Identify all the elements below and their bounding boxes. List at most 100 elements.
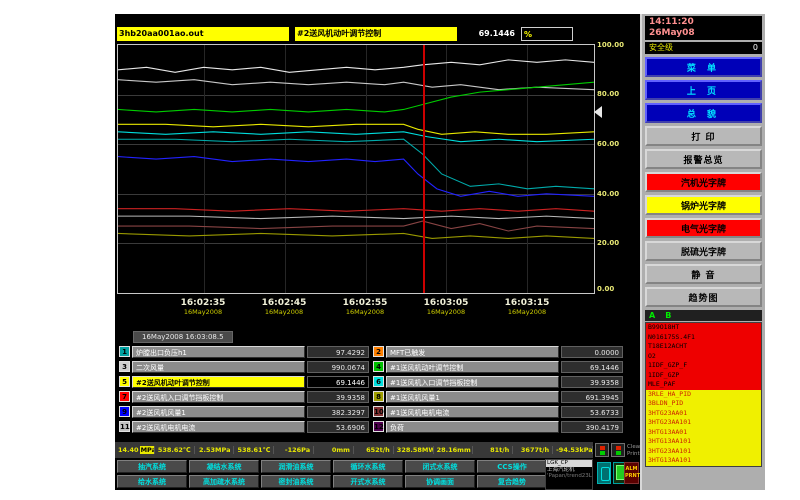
legend-row-10[interactable]: 10 #1送风机电机电流 53.6733 <box>373 405 623 418</box>
nav-button-lube-oil-system[interactable]: 润滑油系统 <box>261 460 331 473</box>
sidebar: 14:11:20 26May08 安全级0 菜 单 上 页 总 貌 打 印 报警… <box>640 14 765 490</box>
legend-row-1[interactable]: 1 炉膛出口负压h1 97.4292 <box>119 345 369 358</box>
nav-button-composite-trend[interactable]: 复合趋势 <box>477 475 547 488</box>
nav-button-open-water-system[interactable]: 开式水系统 <box>333 475 403 488</box>
legend-row-2[interactable]: 2 MFT已触发 0.0000 <box>373 345 623 358</box>
plant-status-bar: 14.40MPa 538.62℃ 2.53MPa 538.61℃ -126Pa … <box>115 442 593 458</box>
nav-button-circ-water-system[interactable]: 循环水系统 <box>333 460 403 473</box>
alarm-tag-list: B99O18HT N016175S.4F1 T18E12ACHT O2 1IDF… <box>645 322 762 467</box>
trend-plot[interactable] <box>117 44 595 294</box>
y-tick-label: 40.00 <box>597 190 637 198</box>
print-button[interactable]: 打 印 <box>645 126 762 146</box>
trend-line-load <box>118 233 594 238</box>
alarm-tag[interactable]: T18E12ACHT <box>646 342 761 352</box>
turbine-annunciator-button[interactable]: 汽机光字牌 <box>645 172 762 192</box>
alarm-tag[interactable]: 1IDF_GZP <box>646 371 761 381</box>
status-value: 3677t/h <box>513 446 553 454</box>
trend-lines <box>118 45 594 293</box>
point-description-field[interactable]: #2送风机动叶调节控制 <box>295 27 457 41</box>
legend-row-3[interactable]: 3 二次风量 990.0674 <box>119 360 369 373</box>
status-value: 0mm <box>314 446 354 454</box>
message-console[interactable]: LGK_CP 上海汽轮机 'Papan/trend23L.TREND43.mc' <box>545 459 593 490</box>
nav-button-coordination-display[interactable]: 协调画面 <box>405 475 475 488</box>
legend-row-11[interactable]: 11 #2送风机电机电流 53.6906 <box>119 420 369 433</box>
status-value: -94.53kPa <box>553 446 593 454</box>
pen-color-swatch: 2 <box>373 346 384 357</box>
legend-row-8[interactable]: 8 #1送风机风量1 691.3945 <box>373 390 623 403</box>
alarm-tag[interactable]: MLE_PAF <box>646 380 761 390</box>
pen-color-swatch: 5 <box>119 376 130 387</box>
legend-row-7[interactable]: 7 #2送风机入口调节挡板控制 39.9358 <box>119 390 369 403</box>
nav-button-seal-oil-system[interactable]: 密封油系统 <box>261 475 331 488</box>
clock-time: 14:11:20 <box>649 17 758 28</box>
status-value: 2.53MPa <box>195 446 235 454</box>
nav-button-condensate-system[interactable]: 凝结水系统 <box>189 460 259 473</box>
legend-row-4[interactable]: 4 #1送风机动叶调节控制 69.1446 <box>373 360 623 373</box>
trend-button[interactable]: 趋势图 <box>645 287 762 307</box>
nav-button-extraction-system[interactable]: 抽汽系统 <box>117 460 187 473</box>
status-indicator[interactable] <box>611 443 625 457</box>
previous-page-button[interactable]: 上 页 <box>645 80 762 100</box>
alarm-tag[interactable]: 3HTG13AA101 <box>646 437 761 447</box>
tab-b[interactable]: B <box>665 310 671 321</box>
pen-color-swatch: 7 <box>119 391 130 402</box>
electrical-annunciator-button[interactable]: 电气光字牌 <box>645 218 762 238</box>
alarm-tag[interactable]: 1IDF_GZP_F <box>646 361 761 371</box>
nav-button-feedwater-system[interactable]: 给水系统 <box>117 475 187 488</box>
overview-button[interactable]: 总 貌 <box>645 103 762 123</box>
y-tick-label: 0.00 <box>597 285 637 293</box>
fgd-annunciator-button[interactable]: 脱硫光字牌 <box>645 241 762 261</box>
legend-row-9[interactable]: 9 #2送风机风量1 382.3297 <box>119 405 369 418</box>
x-tick: 16:03:0516May2008 <box>424 298 469 316</box>
pen-color-swatch: 3 <box>119 361 130 372</box>
alarm-tab-row[interactable]: A B <box>645 310 762 321</box>
nav-button-ccs-operation[interactable]: CCS操作 <box>477 460 547 473</box>
legend-row-5-selected[interactable]: 5 #2送风机动叶调节控制 69.1446 <box>119 375 369 388</box>
network-icon[interactable] <box>597 462 611 484</box>
alarm-tag[interactable]: 3HTG23AA101 <box>646 447 761 457</box>
trend-line-furnace-pressure <box>118 60 594 72</box>
mute-button[interactable]: 静 音 <box>645 264 762 284</box>
legend-row-12[interactable]: 12 负荷 390.4179 <box>373 420 623 433</box>
alarm-tag[interactable]: 3RLE_HA_PID <box>646 390 761 400</box>
boiler-annunciator-button[interactable]: 锅炉光字牌 <box>645 195 762 215</box>
pen-color-swatch: 11 <box>119 421 130 432</box>
scale-marker-arrow-icon[interactable] <box>594 106 602 118</box>
status-value: 538.61℃ <box>234 446 274 454</box>
pen-color-swatch: 9 <box>119 406 130 417</box>
tab-a[interactable]: A <box>649 310 655 321</box>
main-panel: 3hb20aa001ao.out #2送风机动叶调节控制 69.1446 % 1… <box>115 14 640 490</box>
nav-button-hp-heater-drain[interactable]: 高加疏水系统 <box>189 475 259 488</box>
point-value-field: 69.1446 <box>461 27 517 41</box>
trend-line-fan2-damper <box>118 209 594 211</box>
system-clock: 14:11:20 26May08 <box>645 16 762 40</box>
alarm-print-button[interactable]: ALMPRNT <box>624 462 639 484</box>
status-value: 538.62℃ <box>155 446 195 454</box>
alarm-summary-button[interactable]: 报警总览 <box>645 149 762 169</box>
clock-date: 26May08 <box>649 28 758 39</box>
trend-line-fan2-flow <box>118 157 594 197</box>
alarm-tag[interactable]: N016175S.4F1 <box>646 333 761 343</box>
status-value: 81t/h <box>473 446 513 454</box>
nav-button-closed-water-system[interactable]: 闭式水系统 <box>405 460 475 473</box>
console-line: 'Papan/trend23L.TREND43.mc' <box>546 473 592 480</box>
time-cursor[interactable] <box>423 45 425 293</box>
alarm-tag[interactable]: 3HTG23AA101 <box>646 418 761 428</box>
trend-line-fan1-current <box>118 221 594 231</box>
alarm-tag[interactable]: O2 <box>646 352 761 362</box>
alarm-tag[interactable]: 3HTG13AA101 <box>646 456 761 466</box>
point-tag-field[interactable]: 3hb20aa001ao.out <box>117 27 289 41</box>
alarm-tag[interactable]: B99O18HT <box>646 323 761 333</box>
status-value: 652t/h <box>354 446 394 454</box>
menu-button[interactable]: 菜 单 <box>645 57 762 77</box>
security-level: 安全级0 <box>645 42 762 54</box>
legend-row-6[interactable]: 6 #1送风机入口调节挡板控制 39.9358 <box>373 375 623 388</box>
alarm-tag[interactable]: 3HTG13AA01 <box>646 428 761 438</box>
status-indicator[interactable] <box>595 443 609 457</box>
alarm-tag[interactable]: 3BLDN_PID <box>646 399 761 409</box>
x-tick: 16:03:1516May2008 <box>505 298 550 316</box>
x-tick: 16:02:5516May2008 <box>343 298 388 316</box>
trend-line-fan2-current <box>118 216 594 218</box>
unit-highlight: MPa <box>140 446 155 454</box>
alarm-tag[interactable]: 3HTG23AA01 <box>646 409 761 419</box>
